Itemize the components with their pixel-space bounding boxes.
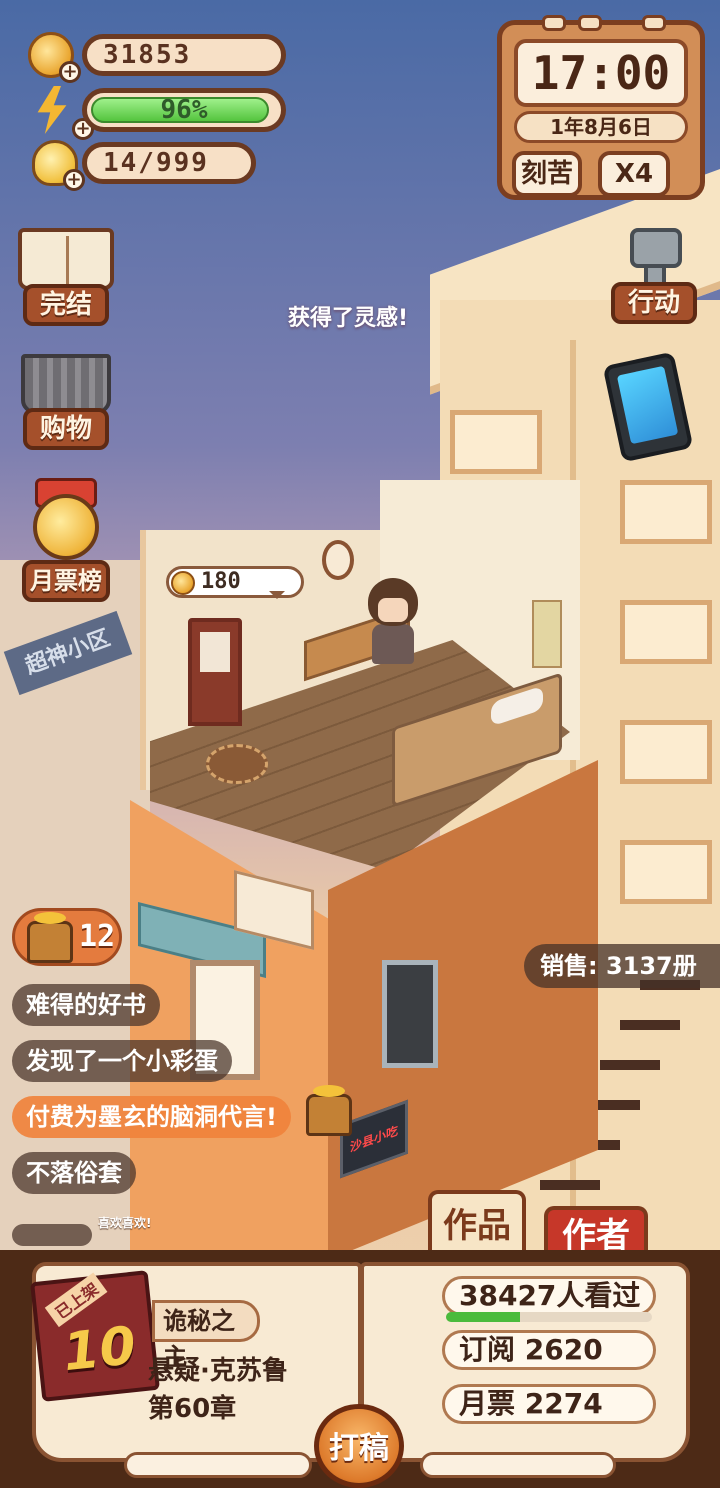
work-mode-button[interactable]: 刻苦 [512,151,582,197]
book-title: 诡秘之主 [152,1300,260,1371]
views-progress-bar [446,1312,652,1322]
speed-button[interactable]: X4 [598,151,670,197]
monthly-ranking-button[interactable]: 月票榜 [18,478,114,602]
game-date: 1年8月6日 [514,111,688,143]
write-draft-button[interactable]: 打稿 [314,1404,404,1488]
footer-bar-right [420,1452,616,1478]
book-cover[interactable]: 已上架 10 [30,1270,160,1402]
energy-bar: 96% [82,88,286,132]
book-level: 10 [60,1315,139,1384]
reader-comment-paid: 付费为墨玄的脑洞代言! [12,1096,291,1138]
add-inspiration-icon[interactable]: + [63,169,85,191]
reader-comment: 发现了一个小彩蛋 [12,1040,232,1082]
coin-icon [171,571,195,595]
monthly-tickets-count: 月票 2274 [442,1384,656,1424]
views-progress-fill [446,1312,521,1322]
clock-time: 17:00 [514,39,688,107]
building-window [620,840,712,904]
shop-label: 购物 [23,408,109,450]
sales-counter: 销售: 3137册 [524,944,720,988]
shop-button[interactable]: 购物 [18,354,114,450]
community-sign: 超神小区 [3,610,133,696]
building-window [620,720,712,784]
views-count: 38427人看过 [442,1276,656,1316]
building-window [620,600,712,664]
open-book-icon [18,228,114,290]
coin-icon[interactable]: + [28,32,81,83]
inspiration-counter: 14/999 [82,142,256,184]
treasure-chest-icon [27,912,73,963]
subscriptions-count: 订阅 2620 [442,1330,656,1370]
coin-reward-bubble[interactable]: 180 [166,566,304,599]
wall-poster [532,600,562,668]
lightbulb-icon[interactable]: + [32,140,85,191]
reader-comment: 不落俗套 [12,1152,136,1194]
house-side-window [382,960,438,1068]
book-chapter: 第60章 [148,1394,237,1424]
round-window [322,540,354,580]
action-label: 行动 [611,282,697,324]
reader-comment-fading [12,1224,92,1246]
room-door[interactable] [188,618,242,726]
writer-character[interactable] [364,578,422,664]
action-button[interactable]: 行动 [606,228,702,324]
phone-screen-icon [616,365,679,445]
finish-label: 完结 [23,284,109,326]
key-icon [622,228,686,288]
treasure-chest-icon[interactable] [306,1085,352,1136]
treasure-chest-badge[interactable]: 12 [12,908,122,966]
finish-book-button[interactable]: 完结 [18,228,114,326]
building-window [450,410,542,474]
medal-icon [27,478,105,566]
reader-comment: 难得的好书 [12,984,160,1026]
building-window [620,480,712,544]
coin-reward-value: 180 [201,569,241,594]
footer-bar-left [124,1452,312,1478]
clock-panel: 17:00 1年8月6日 刻苦 X4 [497,15,705,200]
chest-count: 12 [79,919,116,954]
ranking-label: 月票榜 [22,560,110,602]
energy-percent: 96% [160,95,208,125]
round-rug [206,744,268,784]
lightning-bolt-icon [37,86,67,134]
coin-counter: 31853 [82,34,286,76]
shopping-basket-icon [21,354,111,414]
book-genre: 悬疑·克苏鲁 [148,1356,288,1386]
energy-icon[interactable]: + [34,86,94,140]
inspiration-message: 获得了灵感! [288,306,409,331]
add-coins-icon[interactable]: + [59,61,81,83]
tiny-comment: 喜欢喜欢! [98,1216,152,1230]
